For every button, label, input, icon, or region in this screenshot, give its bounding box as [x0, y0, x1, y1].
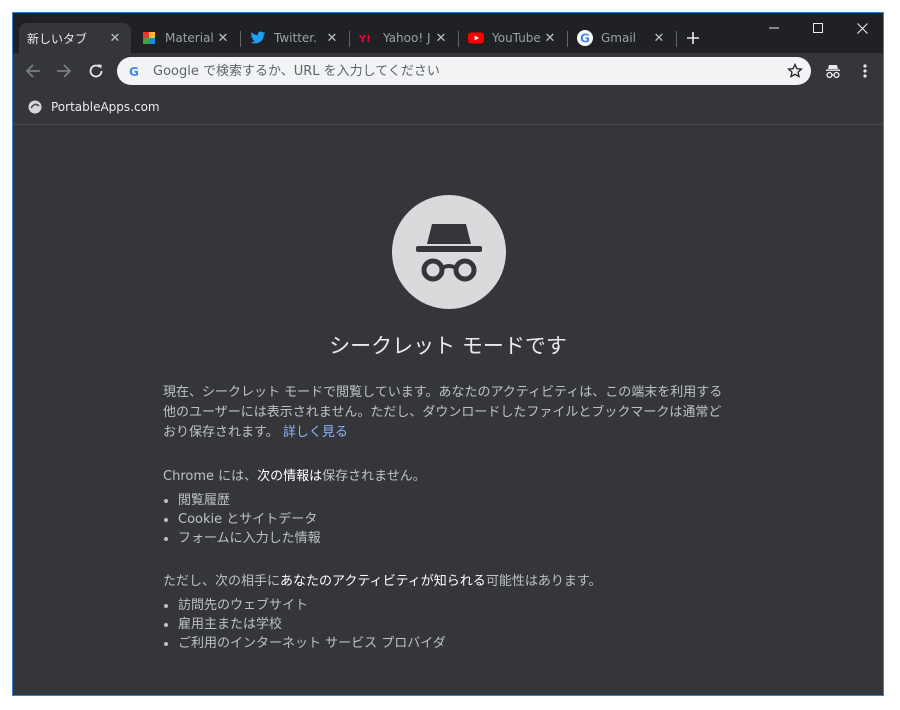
close-icon[interactable]: ✕	[542, 30, 558, 46]
tab-strip: 新しいタブ ✕ Material ✕ Twitter. ✕ Y! Yahoo! …	[13, 13, 883, 53]
back-button[interactable]	[19, 57, 47, 85]
list-item: 訪問先のウェブサイト	[178, 596, 733, 615]
arrow-right-icon	[57, 64, 72, 78]
visible-to-suffix: 可能性はあります。	[485, 574, 602, 589]
list-item: 雇用主または学校	[178, 615, 733, 634]
tab-gmail[interactable]: G Gmail ✕	[569, 23, 675, 53]
incognito-description: 現在、シークレット モードで閲覧しています。あなたのアクティビティは、この端末を…	[163, 383, 733, 653]
minimize-icon	[769, 27, 779, 29]
not-saved-suffix: 保存されません。	[322, 469, 426, 484]
close-icon[interactable]: ✕	[324, 30, 340, 46]
incognito-icon	[826, 65, 840, 79]
google-icon: G	[127, 63, 143, 79]
tab-twitter[interactable]: Twitter. ✕	[242, 23, 348, 53]
google-icon: G	[577, 30, 593, 46]
not-saved-bold: 次の情報は	[257, 469, 323, 484]
youtube-icon	[468, 30, 484, 46]
minimize-button[interactable]	[752, 13, 796, 43]
visible-to-bold: あなたのアクティビティが知られる	[280, 574, 486, 589]
yahoo-icon: Y!	[359, 30, 375, 46]
incognito-profile-button[interactable]	[819, 57, 847, 85]
material-icon	[141, 30, 157, 46]
more-vert-icon	[863, 64, 867, 78]
tab-label: YouTube	[492, 31, 541, 45]
omnibox[interactable]: G	[117, 57, 811, 85]
tab-divider	[567, 31, 568, 47]
intro-text: 現在、シークレット モードで閲覧しています。あなたのアクティビティは、この端末を…	[163, 385, 723, 440]
tab-divider	[458, 31, 459, 47]
plus-icon	[687, 32, 699, 44]
twitter-icon	[250, 30, 266, 46]
tab-youtube[interactable]: YouTube ✕	[460, 23, 566, 53]
tab-material[interactable]: Material ✕	[133, 23, 239, 53]
visible-to-heading: ただし、次の相手にあなたのアクティビティが知られる可能性はあります。	[163, 572, 733, 592]
svg-text:G: G	[580, 32, 590, 46]
list-item: フォームに入力した情報	[178, 529, 733, 548]
close-icon[interactable]: ✕	[215, 30, 231, 46]
svg-text:G: G	[129, 65, 139, 78]
bookmark-portableapps[interactable]: PortableApps.com	[21, 95, 166, 119]
tab-label: 新しいタブ	[27, 31, 88, 46]
visible-to-list: 訪問先のウェブサイト 雇用主または学校 ご利用のインターネット サービス プロバ…	[163, 596, 733, 653]
arrow-left-icon	[25, 64, 40, 78]
svg-text:Y!: Y!	[359, 34, 371, 44]
not-saved-list: 閲覧履歴 Cookie とサイトデータ フォームに入力した情報	[163, 491, 733, 548]
visible-to-section: ただし、次の相手にあなたのアクティビティが知られる可能性はあります。 訪問先のウ…	[163, 572, 733, 653]
not-saved-prefix: Chrome には、	[163, 469, 258, 484]
tab-label: Gmail	[601, 31, 637, 45]
star-icon	[787, 63, 803, 78]
tab-divider	[676, 31, 677, 47]
intro-paragraph: 現在、シークレット モードで閲覧しています。あなたのアクティビティは、この端末を…	[163, 383, 733, 443]
incognito-icon	[392, 195, 506, 309]
visible-to-prefix: ただし、次の相手に	[163, 574, 281, 589]
learn-more-link[interactable]: 詳しく見る	[283, 425, 348, 440]
close-icon[interactable]: ✕	[651, 30, 667, 46]
address-input[interactable]	[151, 62, 781, 80]
list-item: ご利用のインターネット サービス プロバイダ	[178, 634, 733, 653]
close-icon	[856, 22, 868, 34]
not-saved-section: Chrome には、次の情報は保存されません。 閲覧履歴 Cookie とサイト…	[163, 467, 733, 548]
new-tab-button[interactable]	[681, 26, 705, 50]
reload-button[interactable]	[82, 57, 110, 85]
incognito-page: シークレット モードです 現在、シークレット モードで閲覧しています。あなたのア…	[13, 125, 883, 695]
menu-button[interactable]	[851, 57, 879, 85]
tab-label: Material	[165, 31, 214, 45]
bookmarks-bar: PortableApps.com	[13, 89, 883, 125]
browser-window: 新しいタブ ✕ Material ✕ Twitter. ✕ Y! Yahoo! …	[12, 12, 884, 696]
tab-divider	[240, 31, 241, 47]
bookmark-label: PortableApps.com	[51, 100, 160, 114]
close-window-button[interactable]	[840, 13, 883, 43]
list-item: Cookie とサイトデータ	[178, 510, 733, 529]
list-item: 閲覧履歴	[178, 491, 733, 510]
tab-yahoo[interactable]: Y! Yahoo! J ✕	[351, 23, 457, 53]
tab-label: Yahoo! J	[383, 31, 431, 45]
reload-icon	[89, 64, 103, 78]
not-saved-heading: Chrome には、次の情報は保存されません。	[163, 467, 733, 487]
portableapps-icon	[27, 99, 43, 115]
maximize-icon	[813, 23, 823, 33]
forward-button[interactable]	[50, 57, 78, 85]
tab-divider	[349, 31, 350, 47]
close-icon[interactable]: ✕	[433, 30, 449, 46]
maximize-button[interactable]	[796, 13, 840, 43]
tab-label: Twitter.	[274, 31, 317, 45]
bookmark-star-button[interactable]	[781, 57, 809, 85]
close-icon[interactable]: ✕	[107, 30, 123, 46]
tab-new-tab[interactable]: 新しいタブ ✕	[19, 23, 131, 53]
page-title: シークレット モードです	[329, 334, 567, 358]
toolbar: G	[13, 53, 883, 89]
